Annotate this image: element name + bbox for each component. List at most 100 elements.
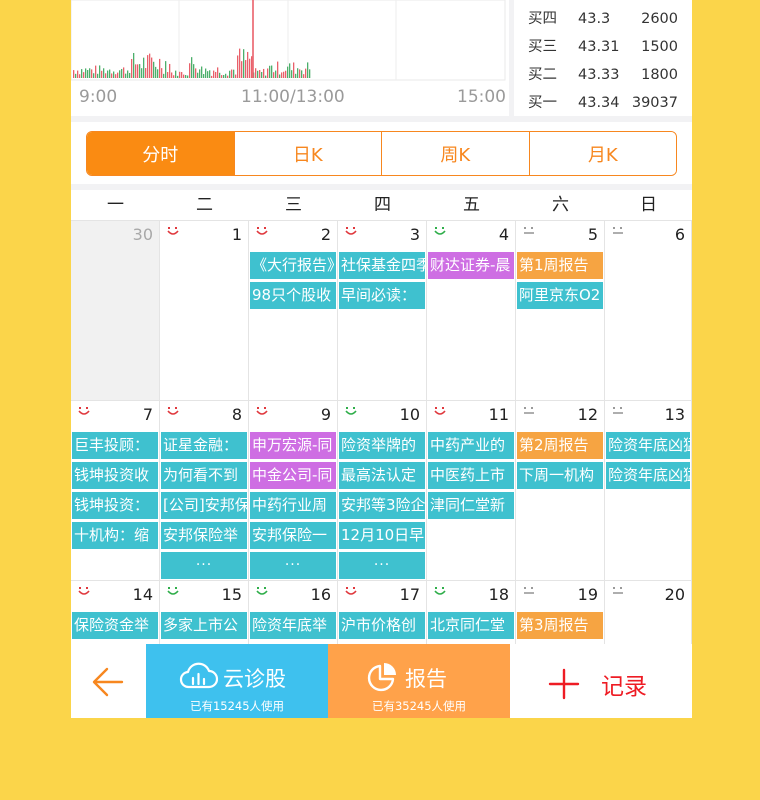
bid-volume: 39037 <box>631 95 678 111</box>
volume-bar <box>263 68 265 78</box>
calendar-event[interactable]: 钱坤投资收 <box>72 462 158 489</box>
period-tabs: 分时 日K 周K 月K <box>86 131 677 176</box>
calendar-event[interactable]: 安邦等3险企 <box>339 492 425 519</box>
calendar-event[interactable]: 北京同仁堂 <box>428 612 514 639</box>
intraday-chart[interactable]: 9:00 11:00/13:00 15:00 <box>71 0 509 116</box>
more-events-button[interactable]: ··· <box>339 552 425 579</box>
volume-bar <box>151 57 153 78</box>
calendar-event[interactable]: 险资年底凶猛 <box>606 432 690 459</box>
calendar-event[interactable]: 最高法认定 <box>339 462 425 489</box>
day-number: 18 <box>488 585 509 604</box>
volume-bar <box>203 74 205 78</box>
calendar-event[interactable]: 多家上市公 <box>161 612 247 639</box>
calendar-day-cell[interactable]: 13 险资年底凶猛 险资年底凶猛 <box>605 401 692 581</box>
pie-chart-icon <box>367 663 396 692</box>
bid-volume: 1500 <box>641 39 678 55</box>
day-number: 10 <box>399 405 420 424</box>
calendar-day-cell[interactable]: 2 《大行报告》 98只个股收 <box>249 221 338 401</box>
tab-intraday[interactable]: 分时 <box>87 132 234 175</box>
tab-monthly-k[interactable]: 月K <box>528 132 676 175</box>
calendar-event[interactable]: 下周一机构 <box>517 462 603 489</box>
calendar-event[interactable]: 中药行业周 <box>250 492 336 519</box>
record-button[interactable]: 记录 <box>510 644 692 718</box>
calendar-event[interactable]: 为何看不到 <box>161 462 247 489</box>
calendar-event[interactable]: 第1周报告 <box>517 252 603 279</box>
calendar-day-cell[interactable]: 30 <box>71 221 160 401</box>
volume-bar <box>231 69 233 78</box>
calendar-day-cell[interactable]: 5 第1周报告 阿里京东O2 <box>516 221 605 401</box>
calendar-day-cell[interactable]: 8 证星金融： 为何看不到 [公司]安邦保 安邦保险举 ··· <box>160 401 249 581</box>
calendar-event[interactable]: 第3周报告 <box>517 612 603 639</box>
calendar-event[interactable]: 中金公司-同 <box>250 462 336 489</box>
tab-daily-k[interactable]: 日K <box>233 132 381 175</box>
smiley-face-icon <box>434 227 446 235</box>
calendar-event[interactable]: 社保基金四季 <box>339 252 425 279</box>
calendar-event[interactable]: 中医药上市 <box>428 462 514 489</box>
calendar-event[interactable]: 财达证券-晨 <box>428 252 514 279</box>
time-label-midday: 11:00/13:00 <box>241 87 345 107</box>
calendar-event[interactable]: 证星金融： <box>161 432 247 459</box>
calendar-event[interactable]: 险资举牌的 <box>339 432 425 459</box>
calendar-day-cell[interactable]: 10 险资举牌的最高法认定安邦等3险企 12月10日早 ··· <box>338 401 427 581</box>
calendar-day-cell[interactable]: 1 <box>160 221 249 401</box>
weekday-header: 一二三四五六日 <box>71 190 692 221</box>
day-number: 9 <box>320 405 331 424</box>
volume-bar <box>149 53 151 78</box>
volume-bar <box>95 65 97 78</box>
calendar-event[interactable]: 巨丰投顾： <box>72 432 158 459</box>
volume-bar <box>91 69 93 78</box>
volume-bar <box>275 70 277 78</box>
report-button[interactable]: 报告 已有35245人使用 <box>328 644 510 718</box>
calendar-event[interactable]: 津同仁堂新 <box>428 492 514 519</box>
calendar-event[interactable]: 钱坤投资： <box>72 492 158 519</box>
bid-row-4: 买四 43.3 2600 <box>514 9 692 29</box>
calendar-event[interactable]: 险资年底凶猛 <box>606 462 690 489</box>
calendar-day-cell[interactable]: 9 申万宏源-同 中金公司-同 中药行业周安邦保险一 ··· <box>249 401 338 581</box>
calendar: 一二三四五六日 30 1 2 《大行报告》 98只个股收 3 社保基金四季 早间必读： 4 财达证… <box>71 190 692 661</box>
calendar-event[interactable]: 《大行报告》 <box>250 252 336 279</box>
calendar-event[interactable]: 12月10日早 <box>339 522 425 549</box>
calendar-event[interactable]: 沪市价格创 <box>339 612 425 639</box>
day-number: 3 <box>409 225 420 244</box>
calendar-event[interactable]: 安邦保险举 <box>161 522 247 549</box>
calendar-day-cell[interactable]: 6 <box>605 221 692 401</box>
volume-bar <box>101 70 103 78</box>
calendar-event[interactable]: 险资年底举 <box>250 612 336 639</box>
weekday-label: 二 <box>196 195 213 215</box>
calendar-day-cell[interactable]: 7 巨丰投顾： 钱坤投资收 钱坤投资： 十机构：缩 <box>71 401 160 581</box>
calendar-event[interactable]: [公司]安邦保 <box>161 492 247 519</box>
day-number: 2 <box>320 225 331 244</box>
smiley-face-icon <box>78 587 90 595</box>
calendar-event[interactable]: 早间必读： <box>339 282 425 309</box>
more-events-button[interactable]: ··· <box>161 552 247 579</box>
calendar-day-cell[interactable]: 11 中药产业的 中医药上市 津同仁堂新 <box>427 401 516 581</box>
back-button[interactable] <box>71 644 146 718</box>
bid-row-3: 买三 43.31 1500 <box>514 37 692 57</box>
volume-bar <box>133 52 135 78</box>
calendar-event[interactable]: 十机构：缩 <box>72 522 158 549</box>
tab-weekly-k[interactable]: 周K <box>381 132 529 175</box>
volume-bar <box>269 65 271 78</box>
calendar-event[interactable]: 申万宏源-同 <box>250 432 336 459</box>
calendar-event[interactable]: 第2周报告 <box>517 432 603 459</box>
bid-price: 43.3 <box>578 11 611 27</box>
calendar-event[interactable]: 98只个股收 <box>250 282 336 309</box>
volume-bar <box>211 75 213 78</box>
day-number: 30 <box>132 225 153 244</box>
calendar-day-cell[interactable]: 12 第2周报告 下周一机构 <box>516 401 605 581</box>
calendar-event[interactable]: 阿里京东O2 <box>517 282 603 309</box>
bid-row-2: 买二 43.33 1800 <box>514 65 692 85</box>
cloud-diagnose-button[interactable]: 云诊股 已有15245人使用 <box>146 644 328 718</box>
weekday-label: 六 <box>552 195 569 215</box>
volume-bar <box>141 68 143 78</box>
smiley-face-icon <box>256 587 268 595</box>
volume-bar <box>261 71 263 78</box>
calendar-event[interactable]: 保险资金举 <box>72 612 158 639</box>
calendar-event[interactable]: 安邦保险一 <box>250 522 336 549</box>
volume-bar <box>239 48 241 78</box>
calendar-day-cell[interactable]: 4 财达证券-晨 <box>427 221 516 401</box>
day-number: 6 <box>674 225 685 244</box>
calendar-event[interactable]: 中药产业的 <box>428 432 514 459</box>
calendar-day-cell[interactable]: 3 社保基金四季 早间必读： <box>338 221 427 401</box>
more-events-button[interactable]: ··· <box>250 552 336 579</box>
